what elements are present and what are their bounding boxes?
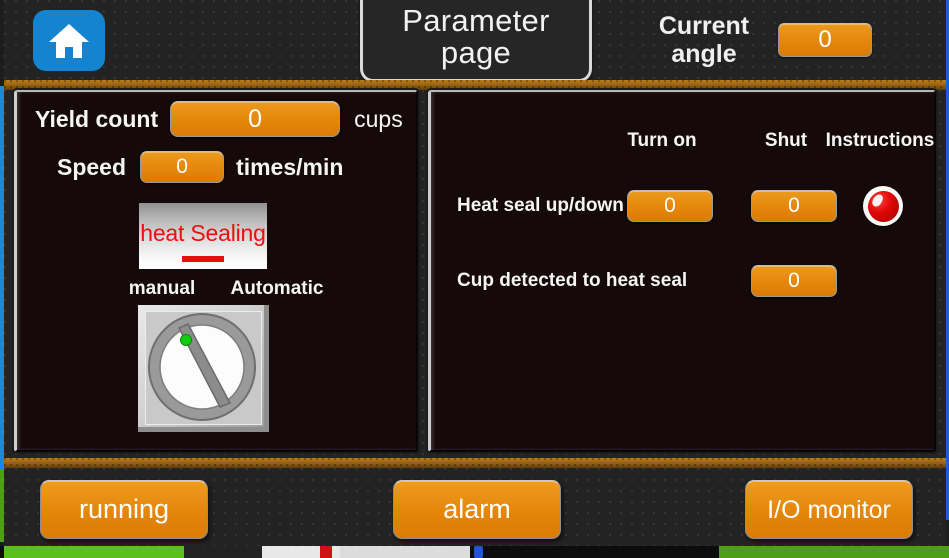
current-angle-value[interactable]: 0 xyxy=(778,23,872,57)
yield-count-label: Yield count xyxy=(35,105,159,132)
current-angle-label: Current angle xyxy=(658,12,750,68)
led-highlight xyxy=(870,192,884,208)
yield-count-value[interactable]: 0 xyxy=(170,101,341,137)
mode-selector-switch[interactable] xyxy=(138,305,269,432)
production-panel: Yield count 0 cups Speed 0 times/min hea… xyxy=(14,90,418,452)
home-button[interactable] xyxy=(33,10,105,71)
mode-manual-label: manual xyxy=(128,278,196,299)
io-monitor-button[interactable]: I/O monitor xyxy=(745,480,913,539)
rotary-selector-icon xyxy=(148,313,256,421)
speed-label: Speed xyxy=(57,153,127,180)
running-button[interactable]: running xyxy=(40,480,208,539)
taskbar-seg-4 xyxy=(340,546,470,558)
tab-parameter-page[interactable]: Parameter page xyxy=(360,0,592,82)
heat-seal-shut-value[interactable]: 0 xyxy=(751,190,837,222)
yield-count-unit: cups xyxy=(354,105,403,132)
header-divider-band xyxy=(4,80,946,90)
heat-sealing-label: heat Sealing xyxy=(140,219,266,246)
row-label-heat-seal-up-down: Heat seal up/down xyxy=(457,195,624,216)
column-header-shut: Shut xyxy=(764,130,808,151)
row-label-cup-detected-to-heat-seal: Cup detected to heat seal xyxy=(457,270,688,291)
io-status-panel: Turn on Shut Instructions Heat seal up/d… xyxy=(428,90,936,452)
red-led-icon xyxy=(863,186,903,226)
mode-labels: manual Automatic xyxy=(112,278,342,300)
cup-detected-shut-value[interactable]: 0 xyxy=(751,265,837,297)
home-icon xyxy=(48,22,90,60)
yield-count-row: Yield count 0 cups xyxy=(35,100,405,138)
main-content: Yield count 0 cups Speed 0 times/min hea… xyxy=(4,90,946,458)
heat-sealing-plate: heat Sealing xyxy=(139,203,267,269)
taskbar-seg-red xyxy=(320,546,332,558)
alarm-button[interactable]: alarm xyxy=(393,480,561,539)
footer-divider-band xyxy=(4,458,946,468)
heat-seal-turn-on-value[interactable]: 0 xyxy=(627,190,713,222)
column-header-instructions: Instructions xyxy=(825,130,935,151)
taskbar-seg-5 xyxy=(719,546,949,558)
led-core xyxy=(867,190,899,222)
column-header-turn-on: Turn on xyxy=(627,130,697,151)
taskbar-seg-2 xyxy=(184,546,262,558)
speed-row: Speed 0 times/min xyxy=(57,150,407,184)
current-angle-group: Current angle 0 xyxy=(644,8,904,72)
mode-automatic-label: Automatic xyxy=(230,278,324,299)
taskbar-sliver xyxy=(0,546,949,558)
heat-sealing-underline xyxy=(182,256,224,262)
speed-value[interactable]: 0 xyxy=(140,151,225,183)
taskbar-seg-dot xyxy=(474,546,483,558)
footer-bar: running alarm I/O monitor xyxy=(4,468,946,546)
taskbar-seg-1 xyxy=(4,546,184,558)
speed-unit: times/min xyxy=(236,153,344,180)
hmi-screen: Current angle 0 Parameter page Yield cou… xyxy=(0,0,949,558)
